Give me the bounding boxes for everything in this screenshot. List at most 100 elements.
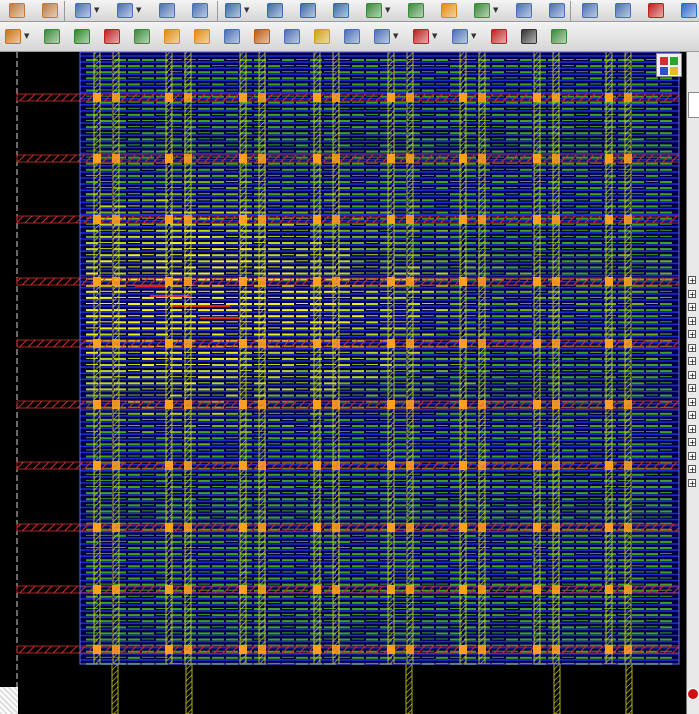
routing-density-mark [226, 364, 238, 366]
zoom-fit-button[interactable] [222, 1, 242, 19]
cut-wire-dropdown-icon[interactable]: ▼ [432, 29, 439, 43]
move-pointer-button[interactable] [488, 27, 508, 45]
edit-wire-button[interactable] [156, 1, 176, 19]
routing-density-mark [296, 449, 308, 452]
tree-expand-icon[interactable]: + [688, 370, 696, 379]
highlight-button[interactable] [471, 1, 491, 19]
zoom-prev-button[interactable] [363, 1, 383, 19]
cut-wire-button[interactable] [410, 27, 430, 45]
tree-expand-icon[interactable]: + [688, 276, 696, 285]
routing-density-mark [128, 516, 140, 518]
tree-expand-icon[interactable]: + [688, 330, 696, 339]
floorplan-button[interactable] [41, 27, 61, 45]
tree-expand-icon[interactable]: + [688, 411, 696, 420]
routing-density-mark [198, 120, 210, 122]
routing-density-mark [212, 333, 224, 336]
routing-density-mark [422, 473, 434, 476]
add-stripe-dropdown-icon[interactable]: ▼ [393, 29, 400, 43]
tree-expand-icon[interactable]: + [688, 289, 696, 298]
routing-density-mark [268, 187, 280, 189]
routing-density-mark [436, 199, 448, 201]
routing-density-mark [632, 242, 644, 243]
add-blockage-button[interactable] [131, 27, 151, 45]
add-row-button[interactable] [221, 27, 241, 45]
routing-density-mark [226, 425, 238, 427]
routing-density-mark [198, 315, 210, 317]
tree-expand-icon[interactable]: + [688, 316, 696, 325]
tree-expand-icon[interactable]: + [688, 357, 696, 366]
tree-expand-icon[interactable]: + [688, 303, 696, 312]
routing-density-mark [520, 260, 532, 262]
route-tool-button[interactable] [114, 1, 134, 19]
stretch-dropdown-icon[interactable]: ▼ [471, 29, 478, 43]
pop-up-button[interactable] [546, 1, 566, 19]
routing-density-mark [520, 486, 532, 488]
tree-expand-icon[interactable]: + [688, 478, 696, 487]
window-layout-button[interactable] [579, 1, 599, 19]
routing-density-mark [268, 626, 280, 629]
zoom-fit-dropdown-icon[interactable]: ▼ [244, 3, 251, 17]
route-tool-dropdown-icon[interactable]: ▼ [136, 3, 143, 17]
tree-expand-icon[interactable]: + [688, 438, 696, 447]
layer-palette-button[interactable] [656, 53, 682, 77]
highlight-dropdown-icon[interactable]: ▼ [493, 3, 500, 17]
side-panel-strip[interactable]: + + + + + + + + + + + + + + + + [686, 52, 699, 714]
panel-header[interactable] [688, 92, 699, 118]
zoom-select-button[interactable] [330, 1, 350, 19]
select-tool-button[interactable] [72, 1, 92, 19]
select-tool-dropdown-icon[interactable]: ▼ [94, 3, 101, 17]
cut-net-button[interactable] [101, 27, 121, 45]
add-stripe-button[interactable] [371, 27, 391, 45]
stretch-button[interactable] [449, 27, 469, 45]
add-fence-button[interactable] [281, 27, 301, 45]
measure-button[interactable] [518, 27, 538, 45]
routing-density-mark [100, 479, 112, 481]
routing-density-mark [338, 77, 350, 80]
info-button[interactable] [678, 1, 698, 19]
tree-expand-icon[interactable]: + [688, 384, 696, 393]
net-tree-button[interactable] [612, 1, 632, 19]
place-cell-button[interactable] [2, 27, 22, 45]
pointer-ruler-icon [521, 29, 537, 44]
add-halo-button[interactable] [161, 27, 181, 45]
zoom-prev-dropdown-icon[interactable]: ▼ [385, 3, 392, 17]
routing-density-mark [268, 553, 280, 555]
routing-density-mark [282, 229, 294, 231]
wire-tool-button[interactable] [311, 27, 331, 45]
redraw-button[interactable] [438, 1, 458, 19]
select-pointer-button[interactable] [341, 27, 361, 45]
routing-density-mark [198, 138, 210, 140]
tree-expand-icon[interactable]: + [688, 424, 696, 433]
routing-density-mark [660, 516, 672, 518]
routing-density-mark [576, 333, 588, 336]
push-down-button[interactable] [513, 1, 533, 19]
check-tool-button[interactable] [189, 1, 209, 19]
tree-expand-icon[interactable]: + [688, 343, 696, 352]
pan-tool-button[interactable] [405, 1, 425, 19]
layout-canvas[interactable] [0, 52, 686, 714]
redo-button[interactable] [39, 1, 59, 19]
routing-density-mark [338, 437, 350, 439]
routing-density-mark [394, 656, 406, 659]
tree-expand-icon[interactable]: + [688, 465, 696, 474]
floorplan-view[interactable] [0, 52, 686, 714]
routing-density-mark [492, 583, 504, 586]
percent-util-button[interactable] [71, 27, 91, 45]
routing-density-mark [506, 370, 518, 372]
violations-button[interactable] [645, 1, 665, 19]
zoom-in-button[interactable] [264, 1, 284, 19]
place-cell-dropdown-icon[interactable]: ▼ [24, 29, 31, 43]
routing-density-mark [366, 437, 378, 439]
tree-expand-icon[interactable]: + [688, 397, 696, 406]
add-guide-button[interactable] [251, 27, 271, 45]
zoom-out-button[interactable] [297, 1, 317, 19]
routing-density-mark [492, 327, 504, 330]
routing-density-mark [646, 101, 658, 104]
undo-button[interactable] [6, 1, 26, 19]
routing-density-mark [142, 644, 154, 646]
add-region-button[interactable] [191, 27, 211, 45]
record-indicator-icon[interactable] [687, 688, 699, 700]
routing-density-mark [338, 138, 350, 140]
tree-expand-icon[interactable]: + [688, 451, 696, 460]
snap-grid-button[interactable] [548, 27, 568, 45]
